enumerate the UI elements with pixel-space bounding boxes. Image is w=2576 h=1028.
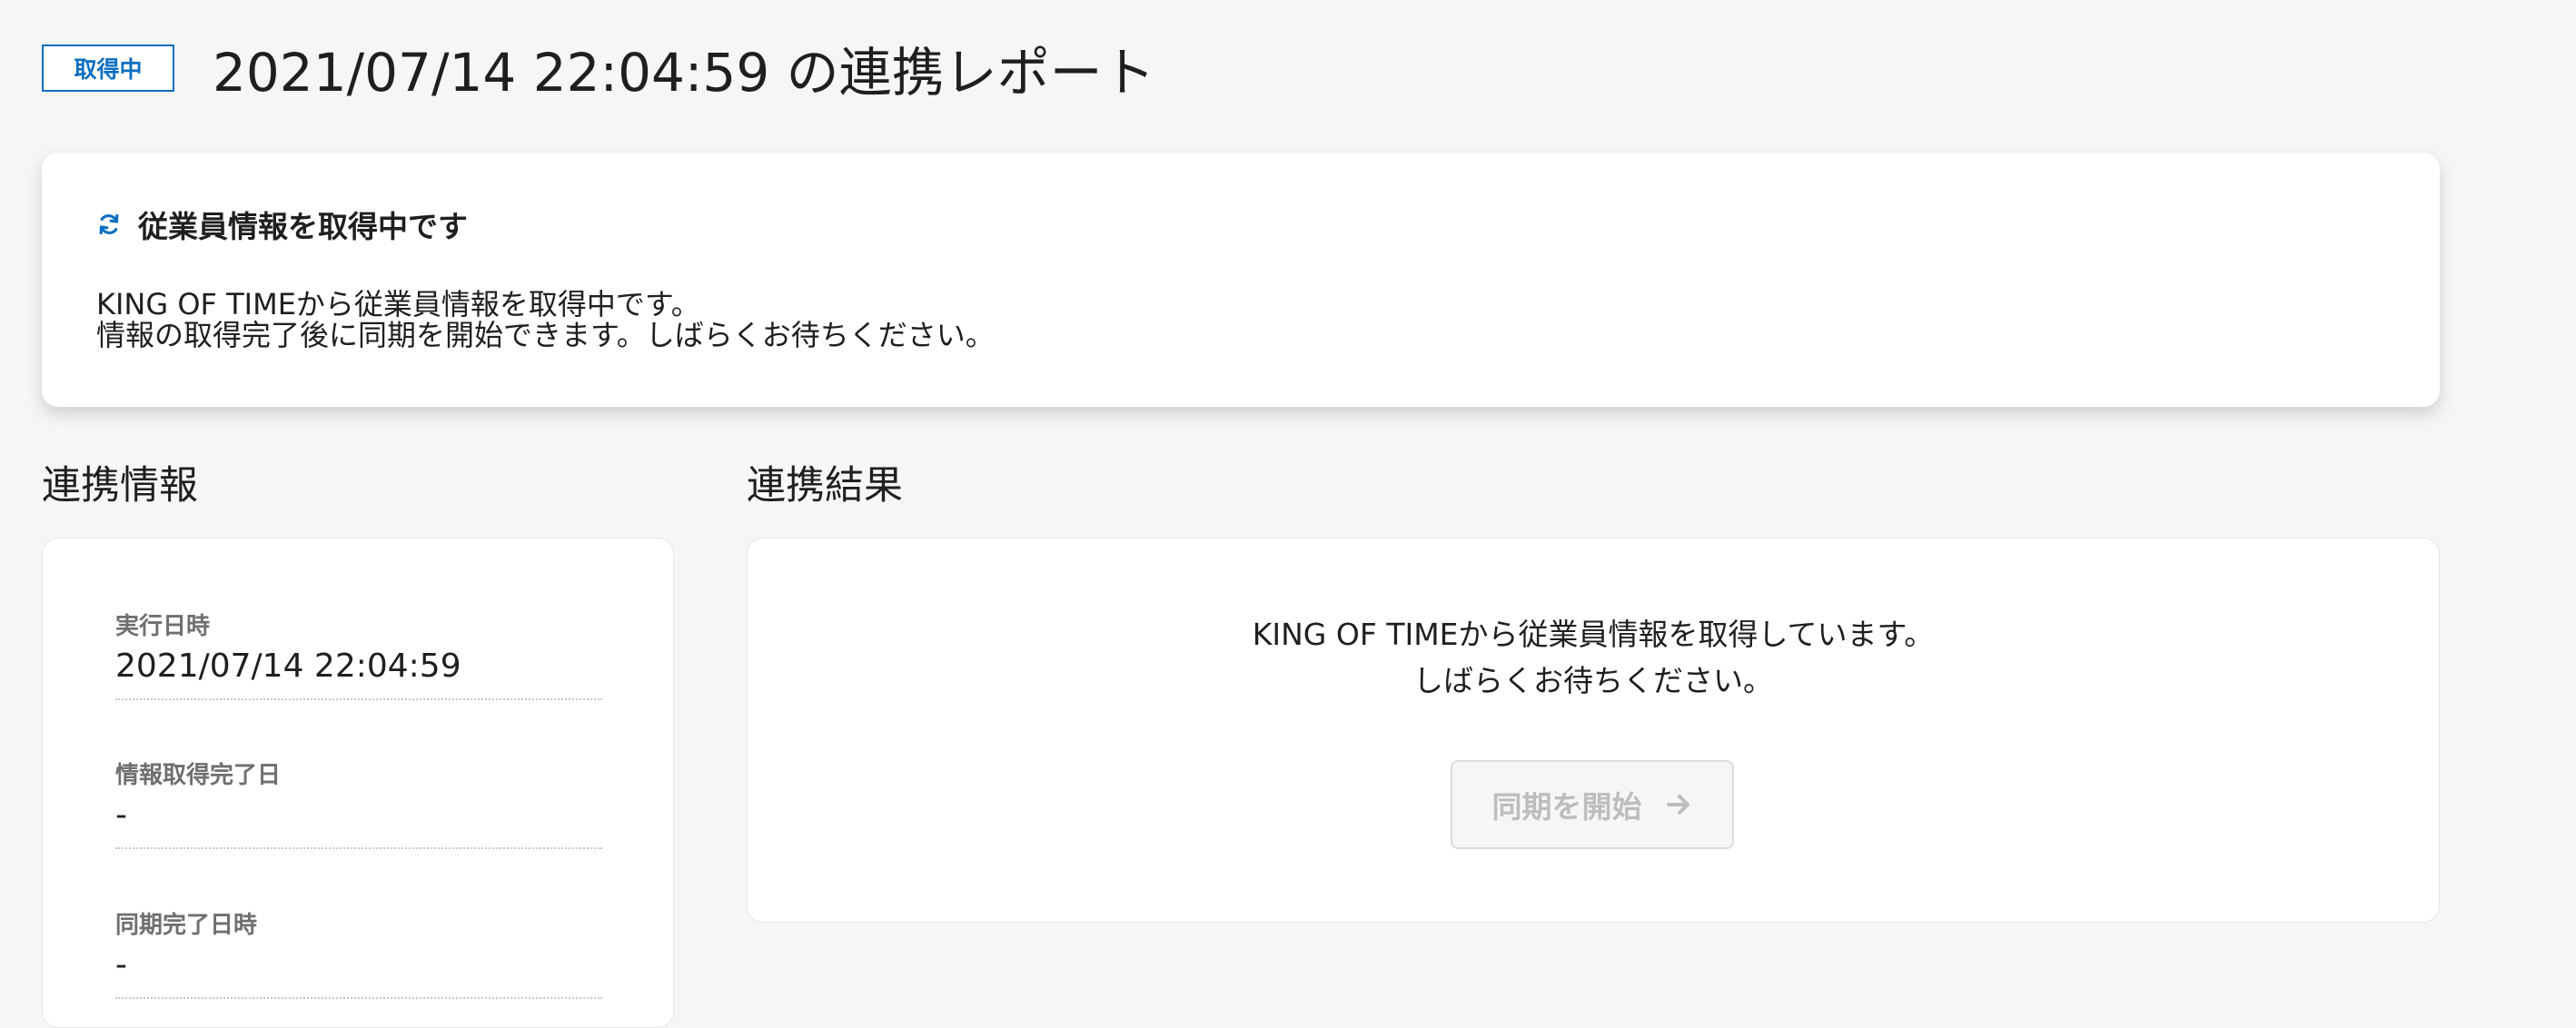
integration-result-heading: 連携結果: [747, 463, 903, 509]
info-value: -: [115, 796, 127, 834]
info-label: 同期完了日時: [115, 912, 258, 939]
alert-message: KING OF TIMEから従業員情報を取得中です。 情報の取得完了後に同期を開…: [96, 289, 995, 351]
result-message-line-2: しばらくお待ちください。: [1413, 663, 1773, 698]
info-label: 実行日時: [115, 613, 211, 640]
info-label: 情報取得完了日: [115, 762, 282, 789]
integration-result-card: KING OF TIMEから従業員情報を取得しています。 しばらくお待ちください…: [747, 538, 2440, 923]
result-message: KING OF TIMEから従業員情報を取得しています。 しばらくお待ちください…: [748, 611, 2439, 704]
page-title: 2021/07/14 22:04:59 の連携レポート: [213, 42, 1155, 104]
info-value: 2021/07/14 22:04:59: [115, 647, 461, 685]
info-value: -: [115, 946, 127, 984]
info-item-executed-at: 実行日時 2021/07/14 22:04:59: [115, 608, 602, 700]
refresh-icon: [96, 212, 122, 237]
info-item-sync-completed-at: 同期完了日時 -: [115, 906, 602, 999]
fetching-alert-card: 従業員情報を取得中です KING OF TIMEから従業員情報を取得中です。 情…: [42, 153, 2440, 407]
integration-info-heading: 連携情報: [42, 463, 198, 509]
alert-heading: 従業員情報を取得中です: [96, 203, 468, 246]
integration-info-card: 実行日時 2021/07/14 22:04:59 情報取得完了日 - 同期完了日…: [42, 538, 674, 1028]
info-item-fetch-completed-date: 情報取得完了日 -: [115, 756, 602, 849]
status-badge: 取得中: [42, 44, 174, 92]
arrow-right-icon: [1664, 790, 1693, 819]
start-sync-button[interactable]: 同期を開始: [1451, 760, 1734, 849]
start-sync-button-label: 同期を開始: [1491, 789, 1642, 825]
alert-title: 従業員情報を取得中です: [138, 209, 468, 244]
alert-message-line-1: KING OF TIMEから従業員情報を取得中です。: [96, 287, 700, 321]
result-message-line-1: KING OF TIMEから従業員情報を取得しています。: [1252, 617, 1935, 652]
alert-message-line-2: 情報の取得完了後に同期を開始できます。しばらくお待ちください。: [96, 318, 995, 352]
page-header: 取得中 2021/07/14 22:04:59 の連携レポート: [42, 31, 1155, 105]
